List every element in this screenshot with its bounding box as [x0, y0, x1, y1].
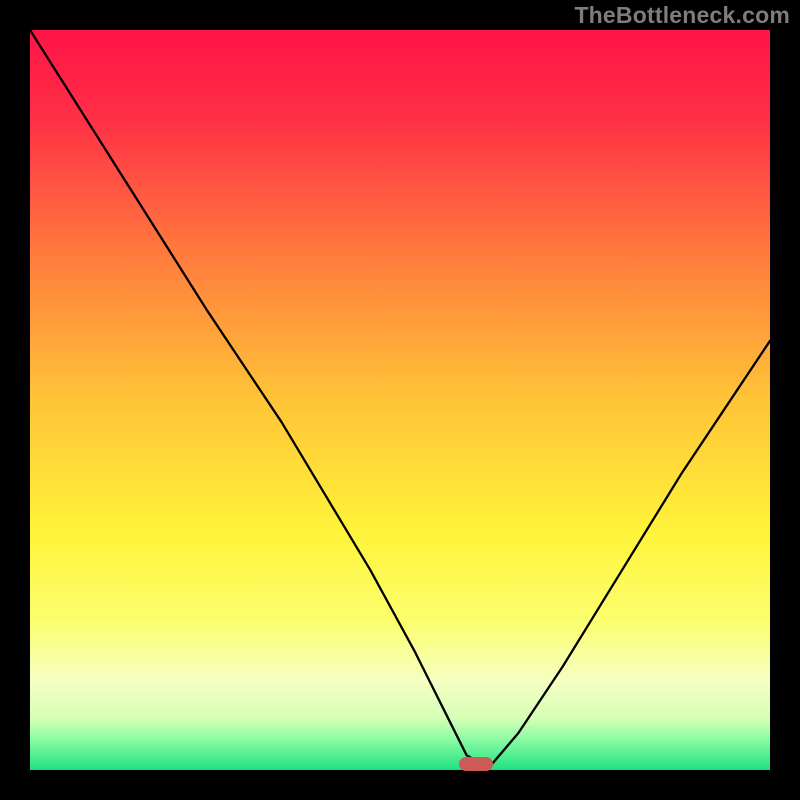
chart-frame: TheBottleneck.com: [0, 0, 800, 800]
curve-svg: [30, 30, 770, 770]
watermark-text: TheBottleneck.com: [574, 2, 790, 29]
plot-area: [30, 30, 770, 770]
bottleneck-curve-path: [30, 30, 770, 768]
bottleneck-marker: [459, 757, 493, 771]
